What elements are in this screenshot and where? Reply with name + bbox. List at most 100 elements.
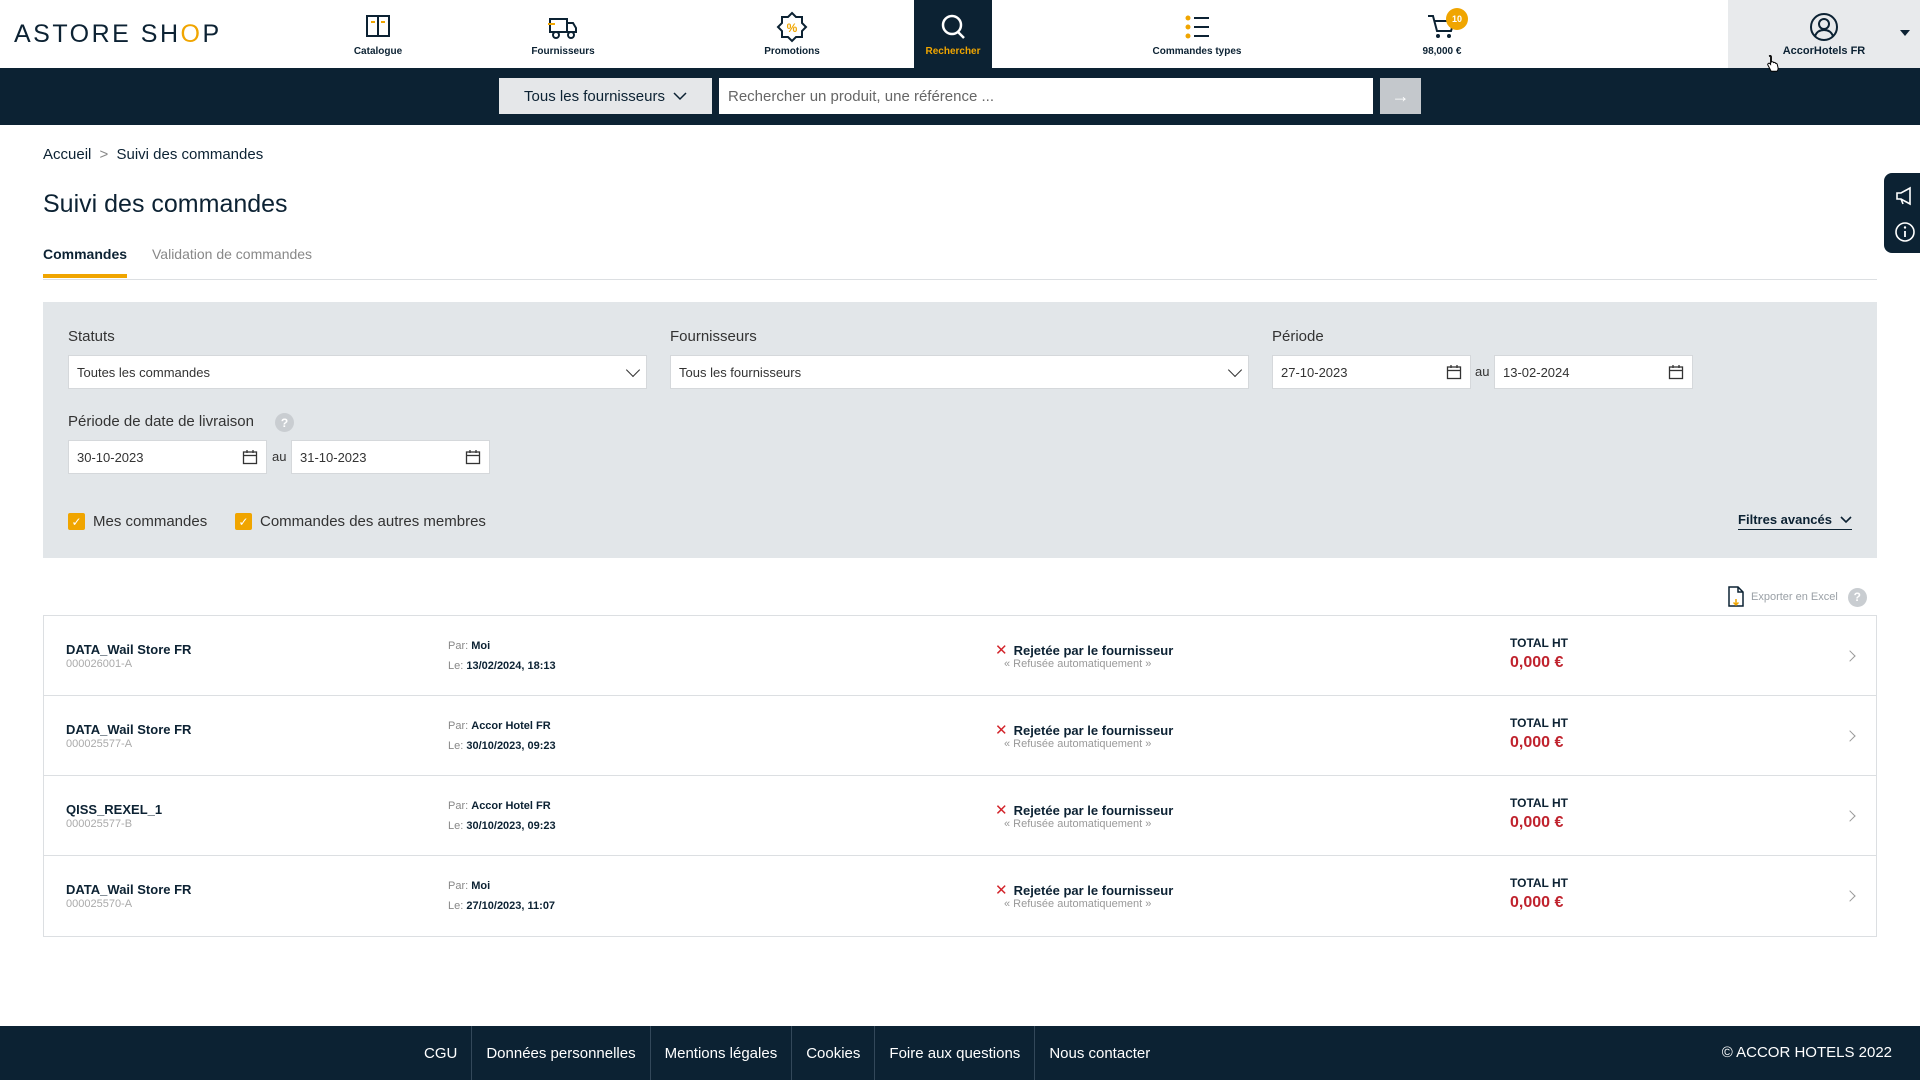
- account-name: AccorHotels FR: [1782, 45, 1866, 57]
- file-export-icon: [1728, 586, 1744, 607]
- periode-to-value: 13-02-2024: [1503, 364, 1570, 380]
- nav-fournisseurs[interactable]: Fournisseurs: [456, 0, 670, 68]
- logo-bag-o: O: [180, 19, 203, 48]
- autres-membres-checkbox[interactable]: ✓ Commandes des autres membres: [235, 513, 486, 530]
- nav-commandes-types[interactable]: Commandes types: [992, 0, 1402, 68]
- supplier-select[interactable]: Tous les fournisseurs: [499, 78, 712, 114]
- chevron-down-icon: [1840, 515, 1852, 523]
- tabs: Commandes Validation de commandes: [43, 246, 1877, 280]
- order-store: QISS_REXEL_1: [66, 802, 163, 817]
- order-ref: 000025577-B: [66, 818, 133, 830]
- order-date: 30/10/2023, 09:23: [466, 740, 556, 752]
- footer-link-faq[interactable]: Foire aux questions: [875, 1026, 1036, 1080]
- account-menu[interactable]: AccorHotels FR: [1728, 0, 1920, 68]
- nav-rechercher[interactable]: Rechercher: [914, 0, 992, 68]
- order-note: « Refusée automatiquement »: [1004, 898, 1152, 910]
- nav-promotions[interactable]: % Promotions: [670, 0, 914, 68]
- fournisseurs-value: Tous les fournisseurs: [679, 364, 802, 380]
- order-le: Le: 27/10/2023, 11:07: [448, 900, 555, 912]
- order-row[interactable]: QISS_REXEL_1 000025577-B Par: Accor Hote…: [44, 776, 1876, 856]
- statuts-select[interactable]: Toutes les commandes: [68, 355, 647, 389]
- nav-catalogue[interactable]: Catalogue: [300, 0, 456, 68]
- chevron-down-icon[interactable]: [1900, 30, 1910, 36]
- order-date: 13/02/2024, 18:13: [466, 660, 556, 672]
- tab-commandes[interactable]: Commandes: [43, 246, 128, 278]
- order-row[interactable]: DATA_Wail Store FR 000025570-A Par: Moi …: [44, 856, 1876, 936]
- nav-promotions-label: Promotions: [764, 46, 820, 57]
- info-icon[interactable]: [1894, 221, 1916, 243]
- advanced-filters-toggle[interactable]: Filtres avancés: [1738, 512, 1852, 530]
- book-icon: [366, 15, 390, 37]
- order-status: ✕ Rejetée par le fournisseur: [995, 641, 1173, 659]
- footer: CGU Données personnelles Mentions légale…: [0, 1026, 1920, 1080]
- order-ref: 000025577-A: [66, 738, 133, 750]
- close-icon: ✕: [995, 642, 1008, 659]
- footer-link-donnees[interactable]: Données personnelles: [472, 1026, 651, 1080]
- top-navigation: ASTORE SH O P Catalogue Fournisseurs % Pro…: [0, 0, 1920, 68]
- autres-membres-label: Commandes des autres membres: [260, 513, 486, 530]
- hand-cursor-icon: [1767, 54, 1779, 72]
- order-ref: 000026001-A: [66, 658, 133, 670]
- breadcrumb: Accueil > Suivi des commandes: [43, 146, 263, 163]
- livraison-label: Période de date de livraison: [68, 413, 254, 430]
- order-date: 30/10/2023, 09:23: [466, 820, 556, 832]
- help-icon[interactable]: ?: [1847, 587, 1867, 607]
- nav-fournisseurs-label: Fournisseurs: [531, 46, 595, 57]
- fournisseurs-label: Fournisseurs: [670, 328, 757, 345]
- order-par: Par: Moi: [448, 880, 490, 892]
- calendar-icon[interactable]: [1446, 364, 1462, 380]
- nav-rechercher-label: Rechercher: [925, 46, 981, 57]
- close-icon: ✕: [995, 882, 1008, 899]
- order-row[interactable]: DATA_Wail Store FR 000025577-A Par: Acco…: [44, 696, 1876, 776]
- nav-cart[interactable]: 98,000 € 10: [1402, 0, 1482, 68]
- tab-validation[interactable]: Validation de commandes: [152, 246, 312, 274]
- order-par-label: Par:: [448, 720, 469, 732]
- order-par-value: Accor Hotel FR: [471, 800, 551, 812]
- export-excel[interactable]: Exporter en Excel ?: [1727, 586, 1867, 608]
- livraison-to-value: 31-10-2023: [300, 449, 367, 465]
- brand-logo[interactable]: ASTORE SH O P: [0, 0, 300, 68]
- cart-amount: 98,000 €: [1422, 46, 1462, 57]
- filters-panel: Statuts Toutes les commandes Fournisseur…: [43, 302, 1877, 558]
- order-row[interactable]: DATA_Wail Store FR 000026001-A Par: Moi …: [44, 616, 1876, 696]
- order-par: Par: Accor Hotel FR: [448, 720, 551, 732]
- breadcrumb-separator: >: [99, 146, 109, 163]
- livraison-from-field[interactable]: 30-10-2023: [68, 440, 267, 474]
- copyright: © ACCOR HOTELS 2022: [1721, 1044, 1892, 1061]
- order-par-label: Par:: [448, 880, 469, 892]
- search-submit-button[interactable]: →: [1380, 78, 1421, 114]
- orders-list: DATA_Wail Store FR 000026001-A Par: Moi …: [43, 615, 1877, 937]
- footer-link-cookies[interactable]: Cookies: [792, 1026, 876, 1080]
- footer-link-contact[interactable]: Nous contacter: [1035, 1026, 1164, 1080]
- calendar-icon[interactable]: [465, 449, 481, 465]
- megaphone-icon[interactable]: [1894, 185, 1916, 207]
- livraison-to-field[interactable]: 31-10-2023: [291, 440, 490, 474]
- list-icon: [1185, 15, 1209, 39]
- order-status: ✕ Rejetée par le fournisseur: [995, 801, 1173, 819]
- fournisseurs-select[interactable]: Tous les fournisseurs: [670, 355, 1249, 389]
- order-le: Le: 30/10/2023, 09:23: [448, 820, 556, 832]
- calendar-icon[interactable]: [242, 449, 258, 465]
- footer-link-cgu[interactable]: CGU: [410, 1026, 473, 1080]
- periode-from-field[interactable]: 27-10-2023: [1272, 355, 1471, 389]
- svg-text:%: %: [787, 21, 798, 35]
- order-status: ✕ Rejetée par le fournisseur: [995, 881, 1173, 899]
- mes-commandes-checkbox[interactable]: ✓ Mes commandes: [68, 513, 207, 530]
- help-icon[interactable]: ?: [275, 413, 294, 432]
- breadcrumb-home[interactable]: Accueil: [43, 146, 91, 163]
- export-label: Exporter en Excel: [1751, 591, 1838, 603]
- supplier-select-value: Tous les fournisseurs: [524, 87, 665, 105]
- order-par-value: Moi: [471, 640, 491, 652]
- order-status-label: Rejetée par le fournisseur: [1013, 882, 1174, 898]
- order-status: ✕ Rejetée par le fournisseur: [995, 721, 1173, 739]
- logo-text: ASTORE SH: [14, 19, 181, 48]
- promo-badge-icon: %: [776, 11, 808, 43]
- order-store: DATA_Wail Store FR: [66, 722, 192, 737]
- order-total-label: TOTAL HT: [1510, 636, 1568, 650]
- footer-link-mentions[interactable]: Mentions légales: [651, 1026, 793, 1080]
- calendar-icon[interactable]: [1668, 364, 1684, 380]
- page-title: Suivi des commandes: [43, 190, 288, 218]
- periode-to-field[interactable]: 13-02-2024: [1494, 355, 1693, 389]
- search-input[interactable]: [719, 78, 1373, 114]
- order-status-label: Rejetée par le fournisseur: [1013, 642, 1174, 658]
